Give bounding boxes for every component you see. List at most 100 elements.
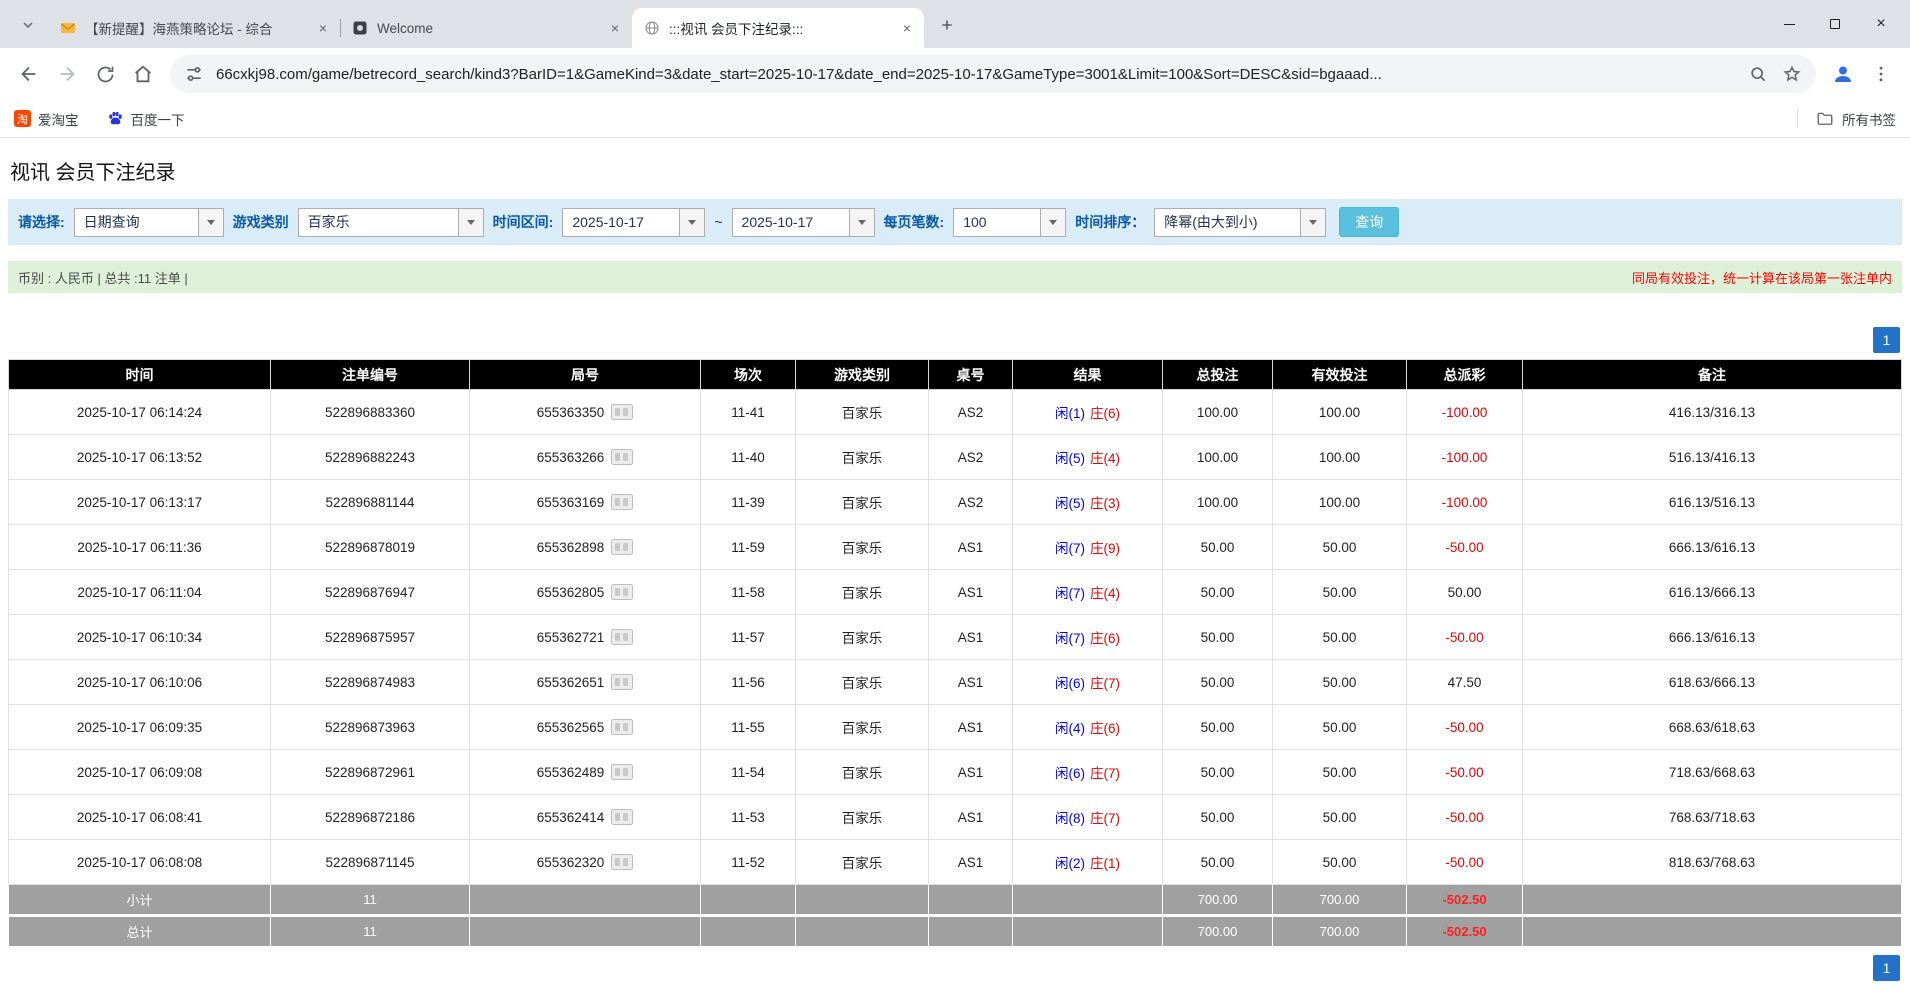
bet-table: 时间 注单编号 局号 场次 游戏类别 桌号 结果 总投注 有效投注 总派彩 备注… (8, 359, 1902, 947)
chevron-down-icon[interactable] (1300, 209, 1325, 236)
total-bet-link[interactable]: 50.00 (1163, 705, 1273, 750)
minimize-button[interactable] (1766, 0, 1812, 48)
search-lens-icon[interactable] (1748, 64, 1768, 84)
sort-order-select[interactable]: 降幂(由大到小) (1154, 208, 1326, 237)
profile-avatar[interactable] (1824, 55, 1862, 93)
bet-id: 522896878019 (271, 525, 470, 570)
chevron-down-icon[interactable] (679, 209, 704, 236)
round-detail-icon[interactable] (611, 539, 633, 555)
session: 11-56 (701, 660, 796, 705)
game-type: 百家乐 (796, 390, 929, 435)
bookmark-baidu[interactable]: 百度一下 (107, 109, 185, 129)
tab-haiyan-forum[interactable]: 【新提醒】海燕策略论坛 - 综合 × (48, 8, 340, 48)
bookmark-taobao[interactable]: 淘 爱淘宝 (14, 109, 79, 129)
player-result: 闲(6) (1055, 676, 1085, 691)
round-number: 655362805 (537, 585, 605, 600)
round-number: 655363350 (537, 405, 605, 420)
page-content: 视讯 会员下注纪录 请选择: 日期查询 游戏类别 百家乐 时间区间: 2025-… (0, 156, 1910, 981)
date-start-select[interactable]: 2025-10-17 (562, 208, 705, 237)
query-type-select[interactable]: 日期查询 (74, 208, 224, 237)
total-bet-link[interactable]: 50.00 (1163, 795, 1273, 840)
total-bet-link[interactable]: 50.00 (1163, 660, 1273, 705)
total-bet-link[interactable]: 50.00 (1163, 570, 1273, 615)
result-cell: 闲(7)庄(6) (1013, 615, 1163, 660)
chevron-down-icon[interactable] (849, 209, 874, 236)
new-tab-button[interactable] (933, 11, 961, 39)
round-cell: 655363169 (470, 480, 701, 525)
round-detail-icon[interactable] (611, 674, 633, 690)
round-detail-icon[interactable] (611, 449, 633, 465)
window-controls: × (1766, 0, 1904, 48)
round-detail-icon[interactable] (611, 854, 633, 870)
home-icon[interactable] (124, 55, 162, 93)
session: 11-53 (701, 795, 796, 840)
bet-id: 522896872961 (271, 750, 470, 795)
tab-bet-records[interactable]: :::视讯 会员下注纪录::: × (632, 8, 924, 48)
all-bookmarks[interactable]: 所有书签 (1797, 109, 1896, 129)
chevron-down-icon[interactable] (1040, 209, 1065, 236)
payout-cell: -100.00 (1407, 435, 1523, 480)
total-bet-link[interactable]: 50.00 (1163, 525, 1273, 570)
tab-close-icon[interactable]: × (314, 19, 332, 37)
round-detail-icon[interactable] (611, 404, 633, 420)
table-number: AS1 (929, 840, 1013, 885)
total-bet-link[interactable]: 100.00 (1163, 435, 1273, 480)
tab-close-icon[interactable]: × (898, 19, 916, 37)
valid-bet: 50.00 (1273, 795, 1407, 840)
bet-id: 522896872186 (271, 795, 470, 840)
round-cell: 655362320 (470, 840, 701, 885)
chevron-down-icon[interactable] (458, 209, 483, 236)
bookmark-star-icon[interactable] (1782, 64, 1802, 84)
url-text[interactable]: 66cxkj98.com/game/betrecord_search/kind3… (216, 66, 1736, 83)
round-detail-icon[interactable] (611, 584, 633, 600)
page-number-button[interactable]: 1 (1873, 327, 1900, 353)
total-valid-bet: 700.00 (1273, 916, 1407, 947)
page-size-select[interactable]: 100 (953, 208, 1066, 237)
banker-result: 庄(7) (1090, 766, 1120, 781)
total-bet-link[interactable]: 50.00 (1163, 750, 1273, 795)
session: 11-39 (701, 480, 796, 525)
chevron-down-icon[interactable] (198, 209, 223, 236)
table-number: AS1 (929, 570, 1013, 615)
tab-close-icon[interactable]: × (606, 19, 624, 37)
remark: 516.13/416.13 (1523, 435, 1902, 480)
total-bet-link[interactable]: 50.00 (1163, 615, 1273, 660)
address-bar[interactable]: 66cxkj98.com/game/betrecord_search/kind3… (170, 55, 1816, 93)
valid-bet: 50.00 (1273, 525, 1407, 570)
bet-table-body: 2025-10-17 06:14:24 522896883360 6553633… (9, 390, 1902, 885)
round-detail-icon[interactable] (611, 809, 633, 825)
game-type: 百家乐 (796, 570, 929, 615)
round-detail-icon[interactable] (611, 719, 633, 735)
date-end-select[interactable]: 2025-10-17 (732, 208, 875, 237)
page-number-button[interactable]: 1 (1873, 955, 1900, 981)
site-settings-icon[interactable] (184, 64, 204, 84)
back-icon[interactable] (10, 55, 48, 93)
session: 11-57 (701, 615, 796, 660)
total-bet-link[interactable]: 100.00 (1163, 390, 1273, 435)
round-detail-icon[interactable] (611, 764, 633, 780)
subtotal-total-bet: 700.00 (1163, 885, 1273, 916)
banker-result: 庄(1) (1090, 856, 1120, 871)
round-detail-icon[interactable] (611, 629, 633, 645)
total-bet-link[interactable]: 50.00 (1163, 840, 1273, 885)
total-count: 11 (271, 916, 470, 947)
round-cell: 655362414 (470, 795, 701, 840)
game-type-select[interactable]: 百家乐 (298, 208, 484, 237)
reload-icon[interactable] (86, 55, 124, 93)
tab-search-chevron-icon[interactable] (14, 11, 42, 39)
menu-dots-icon[interactable] (1862, 55, 1900, 93)
total-label: 总计 (9, 916, 271, 947)
close-button[interactable]: × (1858, 0, 1904, 48)
bet-time: 2025-10-17 06:13:52 (9, 435, 271, 480)
table-row: 2025-10-17 06:14:24 522896883360 6553633… (9, 390, 1902, 435)
total-bet-link[interactable]: 100.00 (1163, 480, 1273, 525)
subtotal-valid-bet: 700.00 (1273, 885, 1407, 916)
tab-welcome[interactable]: Welcome × (340, 8, 632, 48)
round-detail-icon[interactable] (611, 494, 633, 510)
remark: 768.63/718.63 (1523, 795, 1902, 840)
search-button[interactable]: 查询 (1339, 207, 1399, 237)
forward-icon[interactable] (48, 55, 86, 93)
maximize-button[interactable] (1812, 0, 1858, 48)
col-session: 场次 (701, 360, 796, 390)
bet-time: 2025-10-17 06:10:06 (9, 660, 271, 705)
